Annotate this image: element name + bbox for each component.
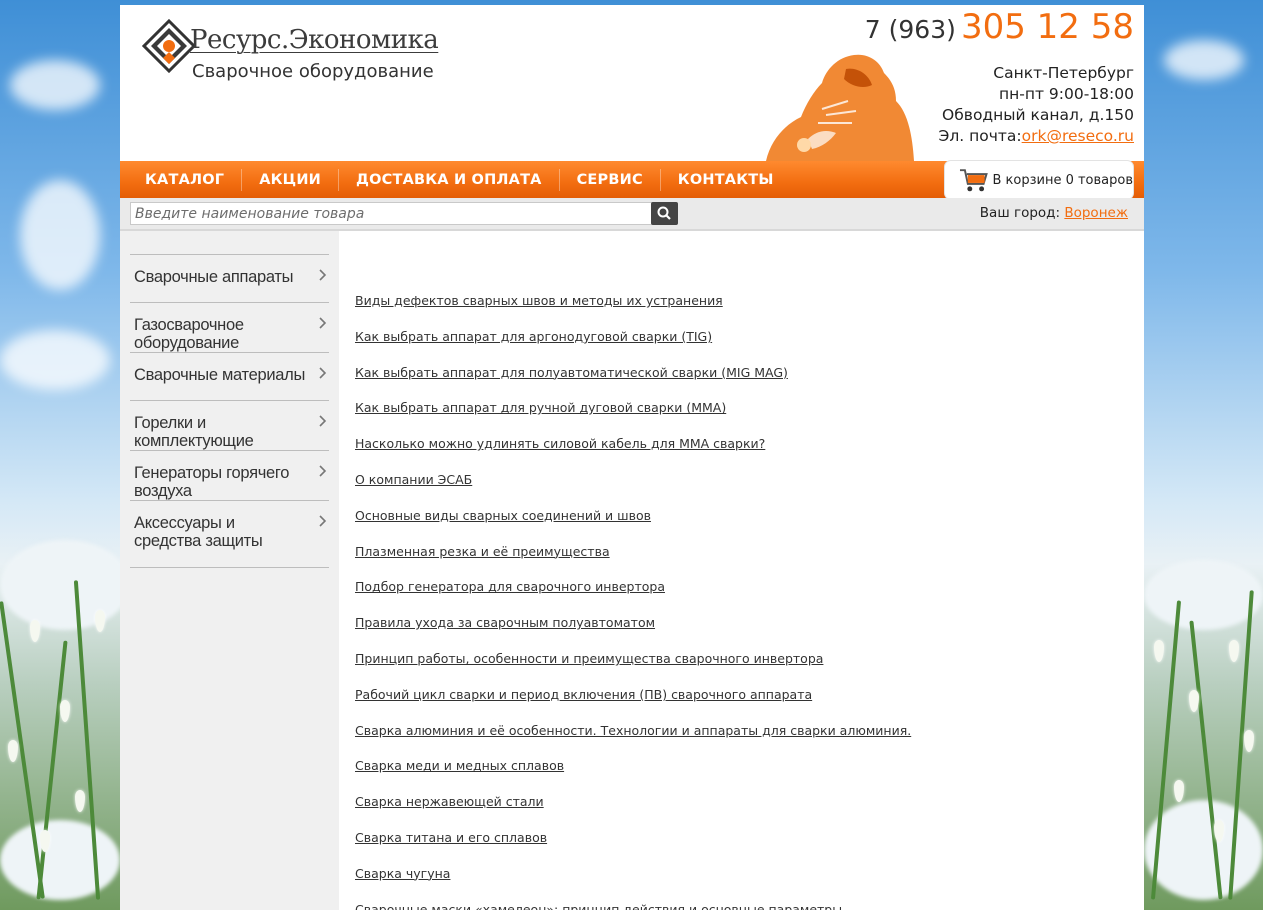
category-item-hot-air-generators[interactable]: Генераторы горячего воздуха xyxy=(130,451,329,501)
category-sidebar: Сварочные аппараты Газосварочное оборудо… xyxy=(120,231,339,910)
chevron-right-icon xyxy=(319,269,327,281)
logo-title: Ресурс.Экономика xyxy=(190,25,439,55)
cart-widget[interactable]: В корзине 0 товаров xyxy=(944,160,1134,200)
article-link[interactable]: Виды дефектов сварных швов и методы их у… xyxy=(355,293,911,329)
city-selector: Ваш город: Воронеж xyxy=(980,205,1128,221)
contact-email-row: Эл. почта:ork@reseco.ru xyxy=(939,126,1134,147)
city-link[interactable]: Воронеж xyxy=(1064,205,1128,221)
shopping-cart-icon xyxy=(959,169,988,192)
category-item-welding-machines[interactable]: Сварочные аппараты xyxy=(130,255,329,303)
article-link[interactable]: Сварка алюминия и её особенности. Технол… xyxy=(355,723,911,759)
site-logo[interactable]: Ресурс.Экономика Сварочное оборудование xyxy=(138,17,439,87)
article-link[interactable]: Правила ухода за сварочным полуавтоматом xyxy=(355,615,911,651)
phone-main: 305 12 58 xyxy=(960,7,1134,47)
category-label: Сварочные аппараты xyxy=(134,268,294,286)
article-link[interactable]: Рабочий цикл сварки и период включения (… xyxy=(355,687,911,723)
email-link[interactable]: ork@reseco.ru xyxy=(1022,127,1134,145)
contact-block: Санкт-Петербург пн-пт 9:00-18:00 Обводны… xyxy=(939,63,1134,147)
article-link[interactable]: Как выбрать аппарат для ручной дуговой с… xyxy=(355,400,911,436)
welder-illustration xyxy=(766,54,914,161)
background-left-decoration xyxy=(0,0,130,910)
chevron-right-icon xyxy=(319,465,327,477)
main-navbar: КАТАЛОГ АКЦИИ ДОСТАВКА И ОПЛАТА СЕРВИС К… xyxy=(120,160,1144,200)
nav-item-contacts[interactable]: КОНТАКТЫ xyxy=(661,169,791,191)
background-right-decoration xyxy=(1144,0,1263,910)
page-container: Ресурс.Экономика Сварочное оборудование … xyxy=(120,5,1144,910)
diamond-logo-icon xyxy=(142,19,196,73)
category-label: Генераторы горячего воздуха xyxy=(134,464,290,500)
search-button[interactable] xyxy=(651,202,678,225)
cart-label: В корзине 0 товаров xyxy=(992,172,1133,188)
chevron-right-icon xyxy=(319,415,327,427)
article-link[interactable]: Сварка титана и его сплавов xyxy=(355,830,911,866)
category-item-torches[interactable]: Горелки и комплектующие xyxy=(130,401,329,451)
article-link[interactable]: Подбор генератора для сварочного инверто… xyxy=(355,579,911,615)
contact-hours: пн-пт 9:00-18:00 xyxy=(998,85,1134,103)
article-link[interactable]: Как выбрать аппарат для полуавтоматическ… xyxy=(355,365,911,401)
contact-address: Обводный канал, д.150 xyxy=(942,106,1134,124)
chevron-right-icon xyxy=(319,367,327,379)
nav-item-delivery[interactable]: ДОСТАВКА И ОПЛАТА xyxy=(339,168,560,191)
article-link[interactable]: Основные виды сварных соединений и швов xyxy=(355,508,911,544)
main-nav: КАТАЛОГ АКЦИИ ДОСТАВКА И ОПЛАТА СЕРВИС К… xyxy=(128,161,791,198)
category-list: Сварочные аппараты Газосварочное оборудо… xyxy=(130,254,329,568)
article-link[interactable]: Сварка нержавеющей стали xyxy=(355,794,911,830)
category-label: Сварочные материалы xyxy=(134,366,306,384)
article-link[interactable]: Сварка чугуна xyxy=(355,866,911,902)
article-link[interactable]: Принцип работы, особенности и преимущест… xyxy=(355,651,911,687)
article-link[interactable]: Как выбрать аппарат для аргонодуговой св… xyxy=(355,329,911,365)
article-link[interactable]: Плазменная резка и её преимущества xyxy=(355,544,911,580)
nav-item-catalog[interactable]: КАТАЛОГ xyxy=(128,168,243,191)
chevron-right-icon xyxy=(319,317,327,329)
article-link[interactable]: Насколько можно удлинять силовой кабель … xyxy=(355,436,911,472)
search-bar: Ваш город: Воронеж xyxy=(120,198,1144,231)
search-input[interactable] xyxy=(130,202,658,225)
contact-city: Санкт-Петербург xyxy=(993,64,1134,82)
email-label: Эл. почта: xyxy=(938,127,1022,145)
logo-subtitle: Сварочное оборудование xyxy=(192,61,434,82)
category-label: Аксессуары и средства защиты xyxy=(134,514,263,550)
nav-item-service[interactable]: СЕРВИС xyxy=(560,168,661,191)
article-link[interactable]: Сварочные маски «хамелеон»: принцип дейс… xyxy=(355,902,911,910)
category-item-welding-materials[interactable]: Сварочные материалы xyxy=(130,353,329,401)
category-item-gas-welding[interactable]: Газосварочное оборудование xyxy=(130,303,329,353)
site-header: Ресурс.Экономика Сварочное оборудование … xyxy=(120,5,1144,161)
magnifier-icon xyxy=(657,206,671,220)
category-label: Горелки и комплектующие xyxy=(134,414,254,450)
chevron-right-icon xyxy=(319,515,327,527)
article-link[interactable]: Сварка меди и медных сплавов xyxy=(355,758,911,794)
article-list: Виды дефектов сварных швов и методы их у… xyxy=(355,293,911,910)
article-link[interactable]: О компании ЭСАБ xyxy=(355,472,911,508)
category-label: Газосварочное оборудование xyxy=(134,316,244,352)
category-item-accessories[interactable]: Аксессуары и средства защиты xyxy=(130,501,329,568)
city-label: Ваш город: xyxy=(979,205,1061,221)
nav-item-promotions[interactable]: АКЦИИ xyxy=(242,168,339,191)
phone-number[interactable]: 7 (963) 305 12 58 xyxy=(865,7,1134,47)
phone-code: 7 (963) xyxy=(864,15,956,44)
